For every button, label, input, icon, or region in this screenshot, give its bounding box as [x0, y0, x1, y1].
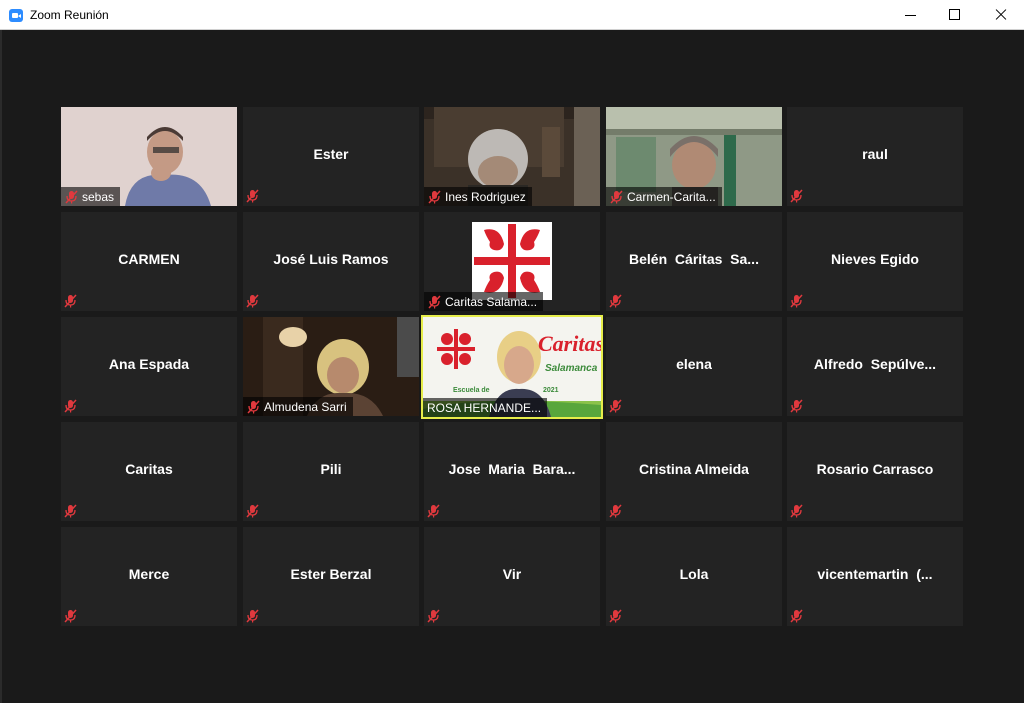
participant-name: Lola	[679, 566, 709, 582]
caritas-logo	[472, 222, 552, 300]
muted-mic-icon	[609, 504, 622, 518]
participant-tile-cristina-almeida[interactable]: Cristina Almeida	[606, 422, 782, 521]
participant-tile-pili[interactable]: Pili	[243, 422, 419, 521]
participant-tile-carmen-caritas[interactable]: Carmen-Carita...	[606, 107, 782, 206]
participant-tile-vir[interactable]: Vir	[424, 527, 600, 626]
participant-name: Ester	[313, 146, 349, 162]
participant-name: Pili	[320, 461, 342, 477]
participant-name: Caritas Salama...	[445, 294, 538, 309]
muted-mic-icon	[790, 294, 803, 308]
nameplate: Ines Rodriguez	[424, 187, 532, 206]
nameplate: Caritas Salama...	[424, 292, 544, 311]
participant-name: Belén Cáritas Sa...	[629, 251, 759, 267]
participant-tile-ester[interactable]: Ester	[243, 107, 419, 206]
window-title: Zoom Reunión	[30, 8, 109, 22]
participant-name: Carmen-Carita...	[627, 189, 716, 204]
muted-mic-icon	[609, 609, 622, 623]
participant-tile-belen-caritas[interactable]: Belén Cáritas Sa...	[606, 212, 782, 311]
participant-tile-caritas-salamanca[interactable]: Caritas Salama...	[424, 212, 600, 311]
participant-name: raul	[862, 146, 888, 162]
participant-tile-caritas[interactable]: Caritas	[61, 422, 237, 521]
muted-mic-icon	[790, 609, 803, 623]
participant-tile-vicentemartin[interactable]: vicentemartin (...	[787, 527, 963, 626]
muted-mic-icon	[790, 504, 803, 518]
muted-mic-icon	[609, 294, 622, 308]
muted-mic-icon	[427, 504, 440, 518]
participant-tile-ester-berzal[interactable]: Ester Berzal	[243, 527, 419, 626]
nameplate: ROSA HERNANDE...	[423, 398, 548, 417]
participant-name: vicentemartin (...	[817, 566, 933, 582]
muted-mic-icon	[246, 294, 259, 308]
title-bar: Zoom Reunión	[0, 0, 1024, 30]
muted-mic-icon	[64, 504, 77, 518]
muted-mic-icon	[65, 189, 78, 204]
muted-mic-icon	[64, 399, 77, 413]
participant-name: elena	[676, 356, 712, 372]
participant-name: Nieves Egido	[831, 251, 919, 267]
participant-name: ROSA HERNANDE...	[427, 400, 542, 415]
participant-tile-carmen[interactable]: CARMEN	[61, 212, 237, 311]
participant-name: Caritas	[125, 461, 173, 477]
muted-mic-icon	[64, 294, 77, 308]
year-text: 2021	[543, 387, 559, 394]
muted-mic-icon	[64, 609, 77, 623]
muted-mic-icon	[610, 189, 623, 204]
participant-name: Almudena Sarri	[264, 399, 347, 414]
muted-mic-icon	[246, 609, 259, 623]
nameplate: Carmen-Carita...	[606, 187, 722, 206]
caritas-brand-text: Caritas	[538, 331, 603, 356]
escuela-text: Escuela de	[453, 387, 490, 394]
participant-name: Merce	[128, 566, 170, 582]
maximize-button[interactable]	[932, 0, 978, 30]
participant-name: CARMEN	[118, 251, 180, 267]
participant-name: José Luis Ramos	[273, 251, 389, 267]
participant-name: Jose Maria Bara...	[448, 461, 576, 477]
participant-tile-rosa-hernandez-active-speaker[interactable]: Caritas Salamanca Escuela de 2021 ROSA H…	[421, 315, 603, 419]
participant-tile-ana-espada[interactable]: Ana Espada	[61, 317, 237, 416]
participant-tile-alfredo-sepulveda[interactable]: Alfredo Sepúlve...	[787, 317, 963, 416]
muted-mic-icon	[790, 189, 803, 203]
participant-tile-lola[interactable]: Lola	[606, 527, 782, 626]
muted-mic-icon	[790, 399, 803, 413]
participant-tile-almudena-sarri[interactable]: Almudena Sarri	[243, 317, 419, 416]
participant-tile-ines-rodriguez[interactable]: Ines Rodriguez	[424, 107, 600, 206]
muted-mic-icon	[246, 189, 259, 203]
muted-mic-icon	[428, 189, 441, 204]
muted-mic-icon	[246, 504, 259, 518]
participant-name: Rosario Carrasco	[816, 461, 934, 477]
participant-name: Ester Berzal	[290, 566, 372, 582]
participant-tile-sebas[interactable]: sebas	[61, 107, 237, 206]
muted-mic-icon	[247, 399, 260, 414]
participant-name: Ines Rodriguez	[445, 189, 526, 204]
muted-mic-icon	[609, 399, 622, 413]
close-button[interactable]	[978, 0, 1024, 30]
participant-name: Ana Espada	[108, 356, 190, 372]
participant-tile-nieves-egido[interactable]: Nieves Egido	[787, 212, 963, 311]
minimize-button[interactable]	[888, 0, 934, 30]
participant-name: Alfredo Sepúlve...	[813, 356, 937, 372]
zoom-app-icon	[9, 9, 23, 22]
participant-name: Cristina Almeida	[639, 461, 749, 477]
muted-mic-icon	[428, 294, 441, 309]
participant-name: Vir	[502, 566, 522, 582]
participant-tile-jose-maria-bara[interactable]: Jose Maria Bara...	[424, 422, 600, 521]
window-edge	[0, 30, 2, 703]
muted-mic-icon	[427, 609, 440, 623]
participant-tile-rosario-carrasco[interactable]: Rosario Carrasco	[787, 422, 963, 521]
nameplate: sebas	[61, 187, 121, 206]
participant-tile-raul[interactable]: raul	[787, 107, 963, 206]
caritas-cross-icon	[474, 224, 550, 298]
salamanca-text: Salamanca	[545, 363, 598, 374]
participant-tile-jose-luis-ramos[interactable]: José Luis Ramos	[243, 212, 419, 311]
participant-name: sebas	[82, 189, 115, 204]
participant-tile-merce[interactable]: Merce	[61, 527, 237, 626]
participant-tile-elena[interactable]: elena	[606, 317, 782, 416]
nameplate: Almudena Sarri	[243, 397, 353, 416]
